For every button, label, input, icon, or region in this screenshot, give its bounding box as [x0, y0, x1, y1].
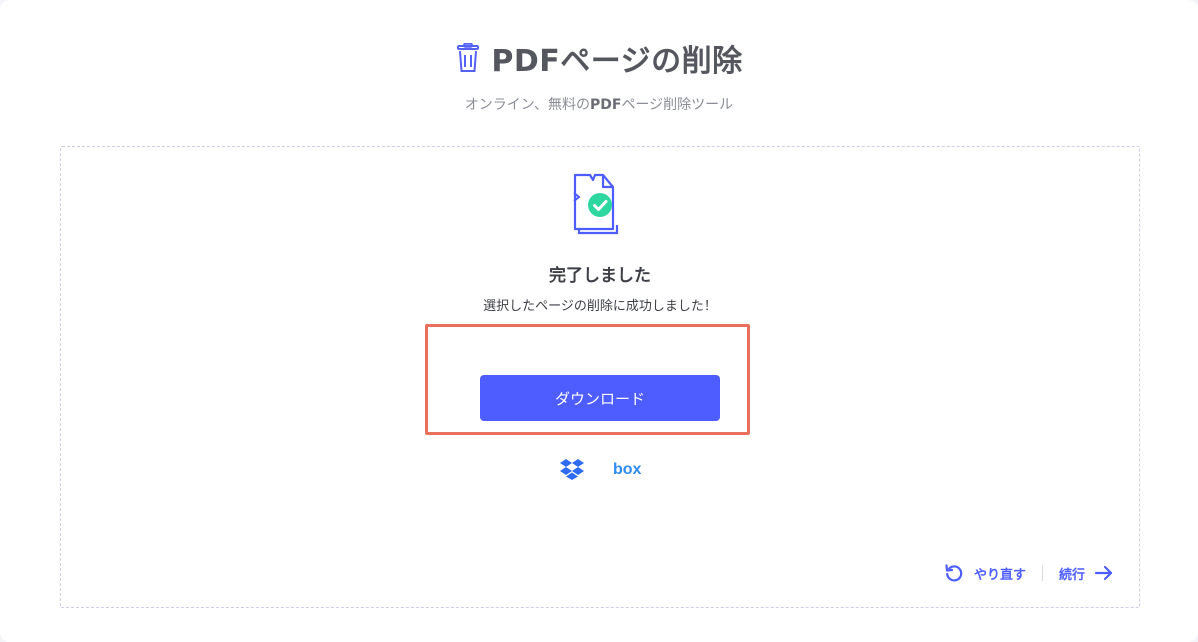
redo-label: やり直す: [973, 567, 1026, 583]
subtitle-suffix: ページ削除ツール: [621, 97, 734, 113]
footer-actions: やり直す 続行: [944, 563, 1113, 583]
title-row: PDFページの削除: [455, 36, 742, 80]
header: PDFページの削除 オンライン、無料のPDFページ削除ツール: [0, 36, 1198, 114]
page-title: PDFページの削除: [491, 44, 743, 79]
download-button[interactable]: ダウンロード: [480, 375, 720, 421]
continue-label: 続行: [1058, 567, 1085, 583]
cloud-save-options: box: [558, 456, 648, 484]
arrow-right-icon: [1095, 565, 1113, 581]
dropbox-icon[interactable]: [560, 458, 584, 480]
result-title: 完了しました: [549, 266, 651, 286]
redo-icon: [944, 563, 964, 583]
action-divider: [1041, 565, 1043, 581]
continue-button[interactable]: 続行: [1059, 564, 1113, 583]
redo-button[interactable]: やり直す: [944, 563, 1026, 583]
result-message: 選択したページの削除に成功しました！: [483, 299, 717, 314]
page: PDFページの削除 オンライン、無料のPDFページ削除ツール 完了しました 選択…: [0, 0, 1198, 642]
subtitle: オンライン、無料のPDFページ削除ツール: [0, 94, 1198, 114]
trash-icon: [455, 42, 481, 73]
document-success-icon: [573, 173, 625, 235]
box-icon[interactable]: box: [613, 460, 643, 478]
subtitle-prefix: オンライン、無料の: [464, 97, 590, 113]
subtitle-bold: PDF: [589, 97, 622, 113]
box-logo-text: box: [613, 461, 642, 478]
